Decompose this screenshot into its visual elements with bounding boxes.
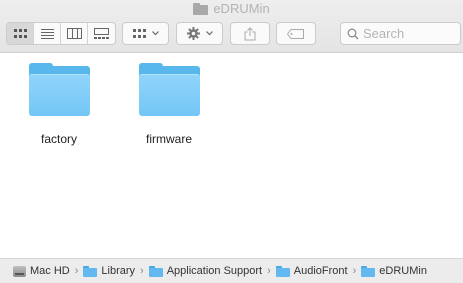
path-crumb-label: Library [101, 265, 136, 277]
tag-button[interactable] [276, 22, 316, 45]
list-icon [40, 28, 54, 39]
path-crumb-audiofront[interactable]: AudioFront [275, 265, 348, 277]
folder-label: firmware [145, 132, 192, 146]
file-browser-content: factory firmware [0, 54, 463, 258]
grid-icon [13, 29, 27, 38]
gear-icon [186, 27, 200, 40]
window-title-bar: eDRUMin [0, 1, 463, 18]
icon-view-button[interactable] [7, 23, 34, 44]
column-view-button[interactable] [61, 23, 88, 44]
toolbar: eDRUMin [0, 0, 463, 53]
folder-label: factory [40, 132, 77, 146]
folder-icon [28, 63, 90, 116]
list-view-button[interactable] [34, 23, 61, 44]
action-button[interactable] [176, 22, 223, 45]
path-separator: › [267, 265, 271, 277]
path-bar: Mac HD › Library › Application Support ›… [0, 258, 463, 283]
path-separator: › [74, 265, 79, 277]
tag-icon [287, 28, 304, 39]
columns-icon [66, 28, 82, 39]
search-icon [347, 28, 359, 39]
chevron-down-icon [205, 31, 213, 36]
path-crumb-edrumin[interactable]: eDRUMin [361, 265, 427, 277]
folder-item-factory[interactable]: factory [19, 63, 99, 146]
gallery-icon [94, 28, 109, 39]
share-button[interactable] [230, 22, 270, 45]
grid-dropdown-icon [132, 29, 146, 38]
folder-icon [193, 2, 209, 15]
search-field[interactable] [340, 22, 461, 45]
path-crumb-label: eDRUMin [379, 265, 427, 277]
group-by-button[interactable] [122, 22, 169, 45]
window-title: eDRUMin [213, 1, 270, 16]
folder-item-firmware[interactable]: firmware [129, 63, 209, 146]
path-crumb-label: AudioFront [293, 265, 348, 277]
folder-icon [138, 63, 200, 116]
hard-drive-icon [13, 265, 26, 277]
view-mode-control [6, 22, 116, 45]
chevron-down-icon [151, 31, 159, 36]
path-crumb-library[interactable]: Library [83, 265, 135, 277]
path-separator: › [140, 265, 144, 277]
folder-icon [148, 265, 163, 277]
path-crumb-mac-hd[interactable]: Mac HD [13, 265, 70, 277]
folder-icon [275, 265, 290, 277]
finder-window: eDRUMin Search factory firmware Mac HD ›… [0, 0, 463, 283]
path-crumb-label: Mac HD [30, 265, 70, 277]
path-crumb-label: Application Support [166, 265, 263, 277]
folder-icon [83, 265, 98, 277]
folder-icon [361, 265, 376, 277]
path-crumb-application-support[interactable]: Application Support [148, 265, 263, 277]
path-separator: › [352, 265, 357, 277]
share-icon [244, 26, 256, 40]
search-input[interactable] [363, 23, 453, 44]
gallery-view-button[interactable] [88, 23, 115, 44]
